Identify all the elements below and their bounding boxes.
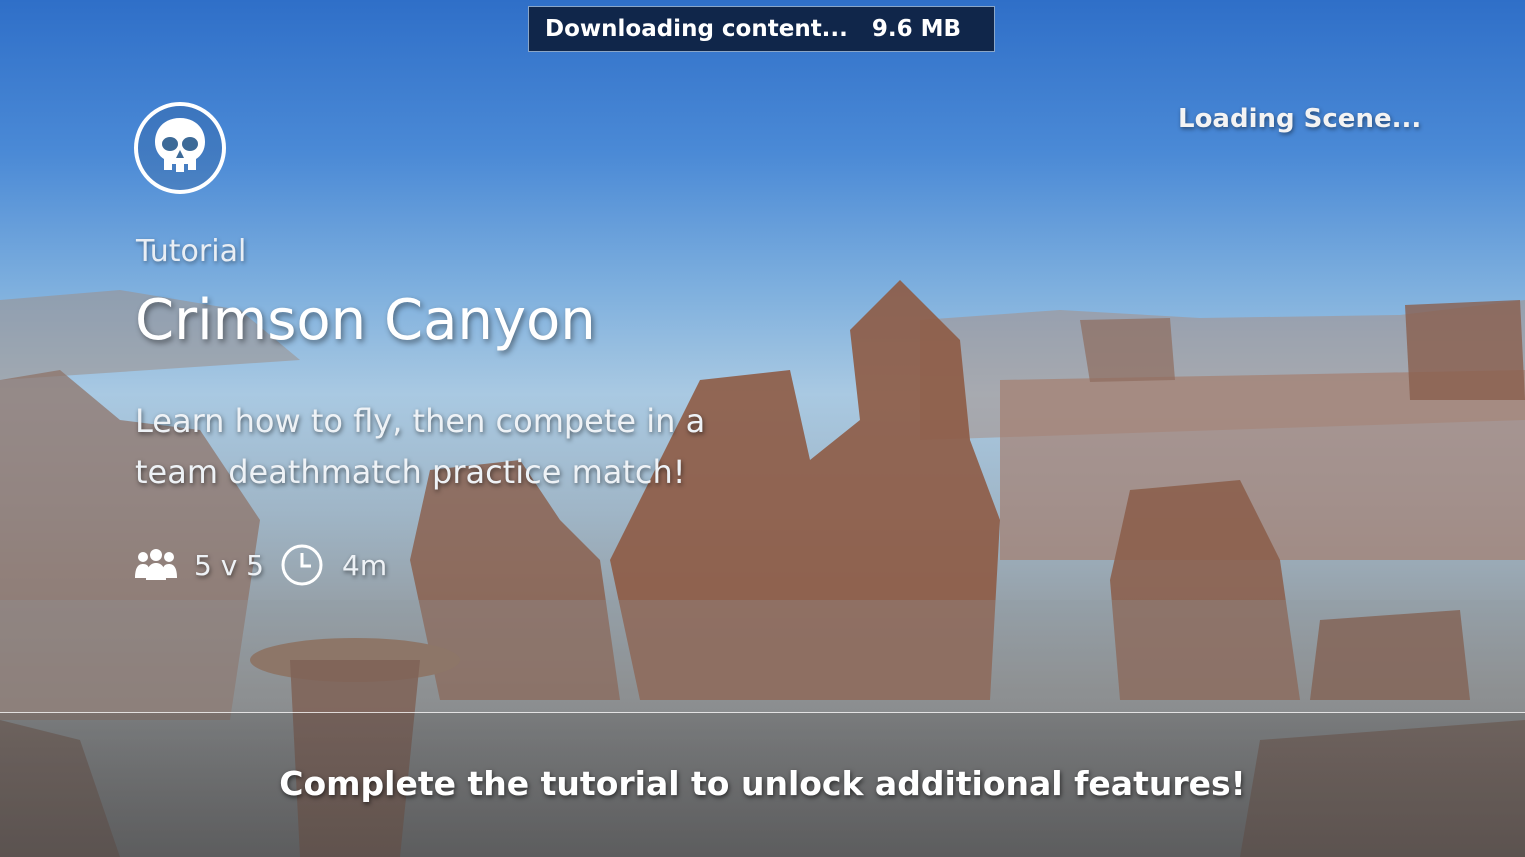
footer-message: Complete the tutorial to unlock addition… bbox=[279, 764, 1246, 803]
download-label: Downloading content... bbox=[545, 16, 848, 42]
mode-label: Tutorial bbox=[136, 234, 247, 269]
download-size: 9.6 MB bbox=[871, 16, 962, 42]
map-description: Learn how to fly, then compete in a team… bbox=[135, 402, 706, 491]
map-title: Crimson Canyon bbox=[135, 288, 596, 353]
download-status-bar: Downloading content... 9.6 MB bbox=[528, 6, 995, 52]
skull-icon bbox=[155, 118, 205, 172]
team-size: 5 v 5 bbox=[194, 548, 264, 582]
clock-icon bbox=[281, 544, 323, 586]
mode-emblem bbox=[134, 102, 226, 194]
match-duration: 4m bbox=[342, 548, 388, 582]
players-icon bbox=[135, 549, 177, 580]
match-info: 5 v 5 4m bbox=[134, 542, 387, 588]
footer-divider bbox=[0, 712, 1525, 713]
loading-scene-status: Loading Scene... bbox=[1178, 104, 1422, 134]
